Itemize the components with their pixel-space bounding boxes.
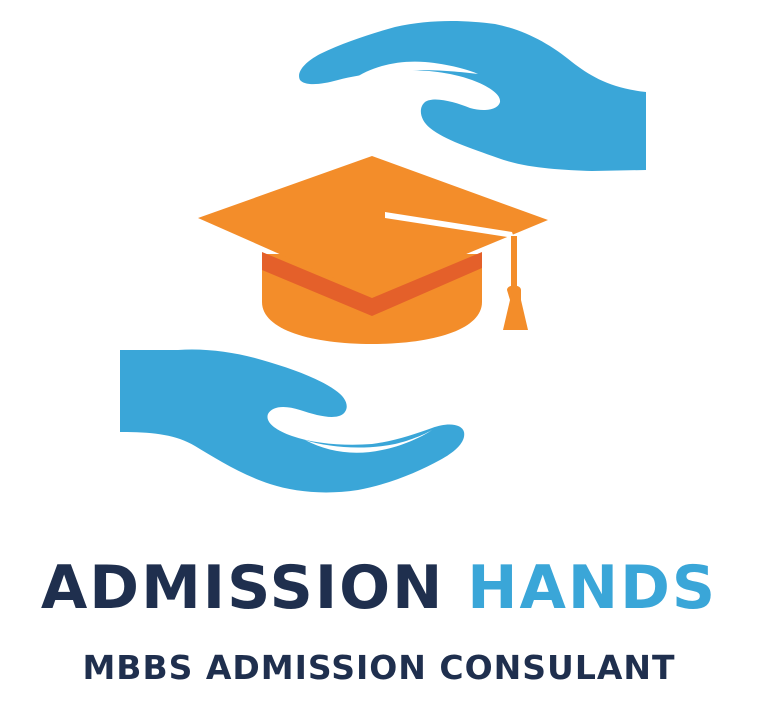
brand-name-primary: ADMISSION <box>40 553 445 623</box>
brand-name-accent: HANDS <box>467 553 718 623</box>
graduation-cap-icon <box>198 156 548 344</box>
brand-tagline: MBBS ADMISSION CONSULANT <box>82 648 676 687</box>
brand-title: ADMISSION HANDS <box>0 548 758 628</box>
bottom-hand-icon <box>120 349 465 493</box>
logo-mark <box>120 20 646 493</box>
top-hand-icon <box>299 20 646 171</box>
